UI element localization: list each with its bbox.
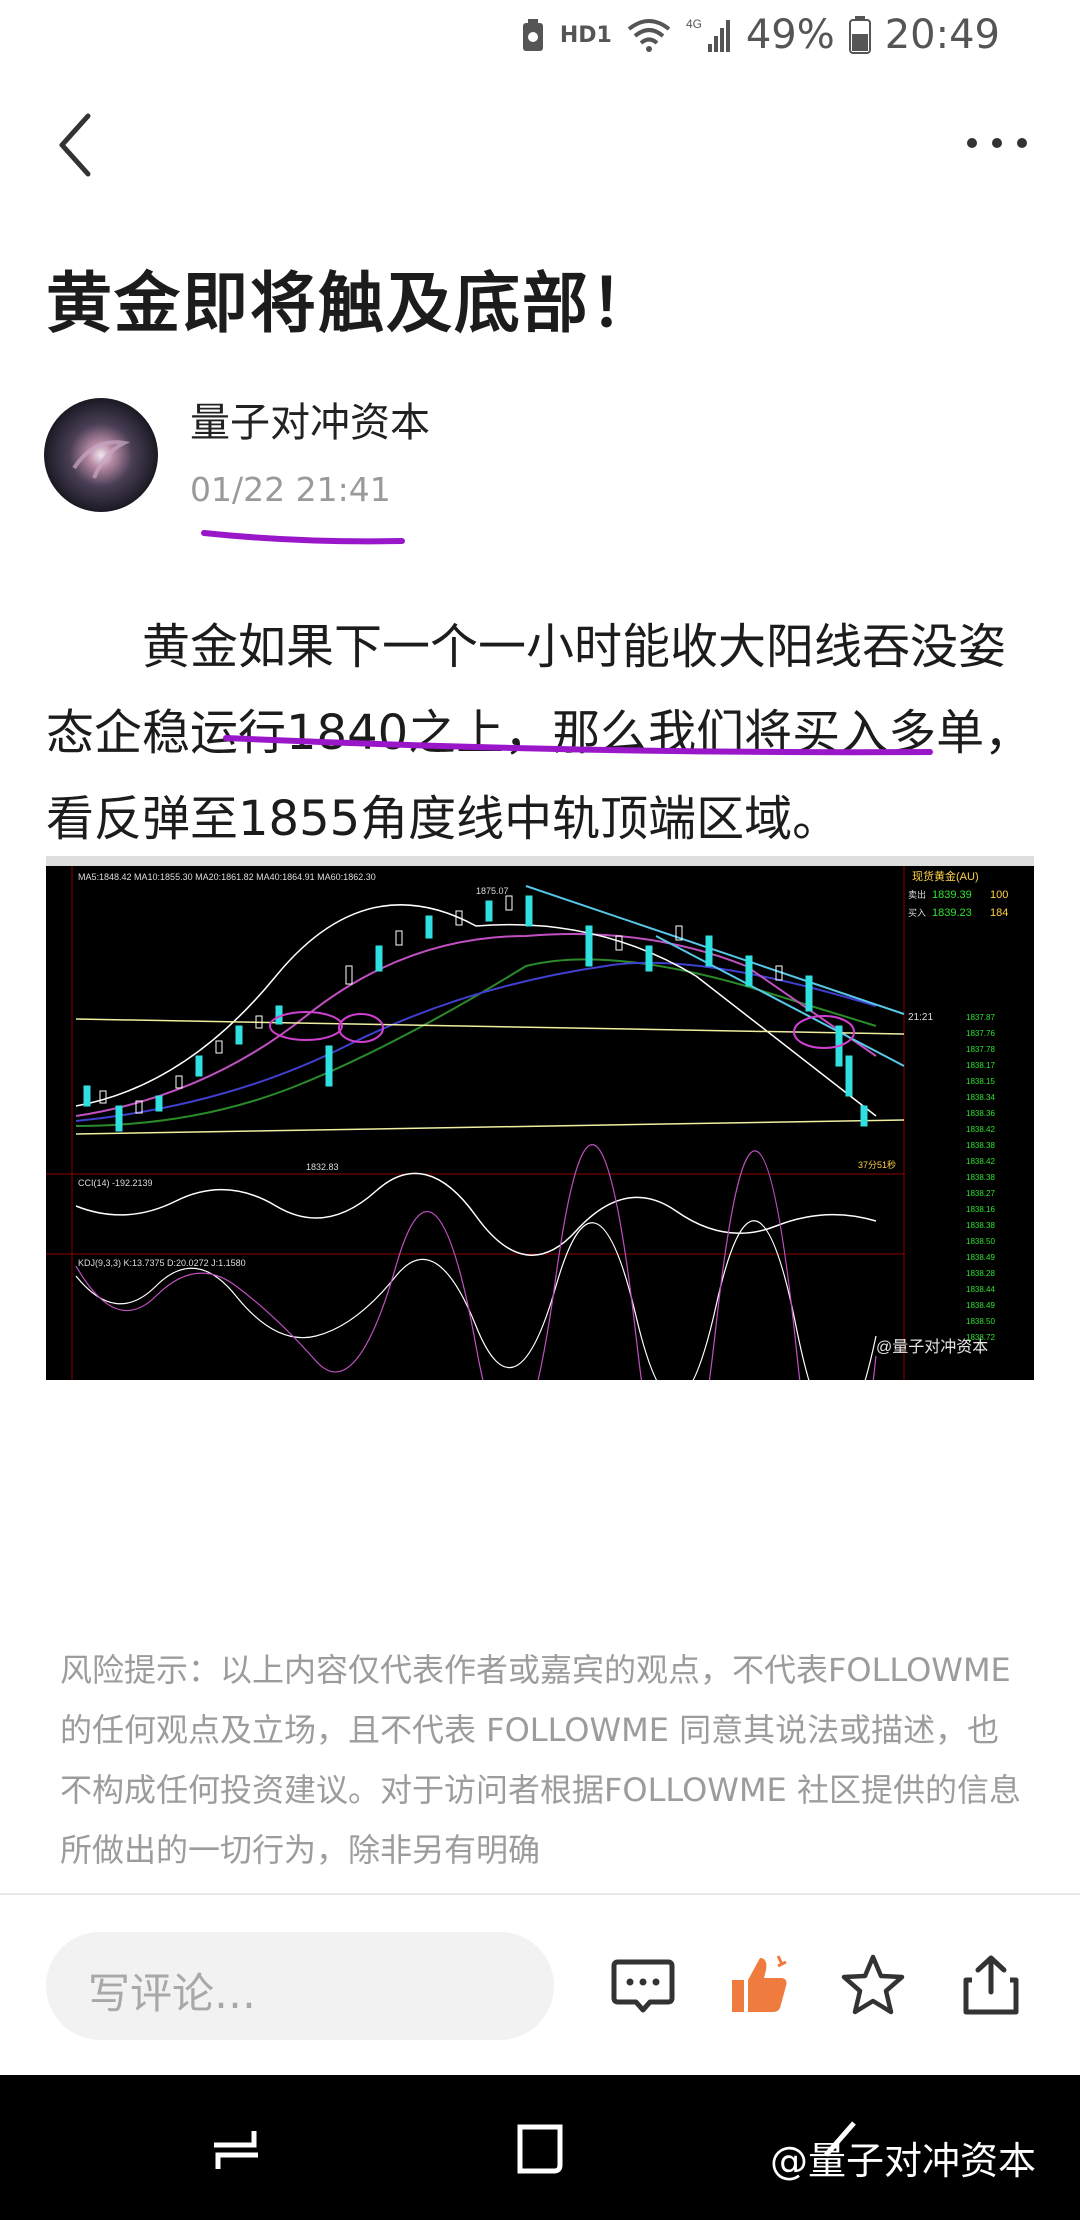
svg-text:1838.34: 1838.34 <box>966 1093 995 1102</box>
more-icon[interactable] <box>962 125 1032 161</box>
battery-icon <box>848 16 871 54</box>
svg-text:1837.78: 1837.78 <box>966 1045 995 1054</box>
svg-text:买入: 买入 <box>908 908 926 918</box>
battery-percent: 49% <box>745 12 835 58</box>
network-label: 4G <box>686 17 702 31</box>
svg-text:1838.17: 1838.17 <box>966 1061 995 1070</box>
svg-text:1838.50: 1838.50 <box>966 1317 995 1326</box>
chart-image[interactable]: MA5:1848.42 MA10:1855.30 MA20:1861.82 MA… <box>46 856 1034 1540</box>
article-title: 黄金即将触及底部！ <box>46 265 658 342</box>
svg-text:1838.16: 1838.16 <box>966 1205 995 1214</box>
risk-notice: 风险提示：以上内容仅代表作者或嘉宾的观点，不代表FOLLOWME 的任何观点及立… <box>60 1651 1021 1869</box>
svg-text:1838.28: 1838.28 <box>966 1269 995 1278</box>
home-icon[interactable] <box>512 2121 568 2177</box>
kdj-label: KDJ(9,3,3) K:13.7375 D:20.0272 J:1.1580 <box>78 1258 246 1268</box>
post-date: 01/22 21:41 <box>190 470 391 509</box>
svg-text:1838.36: 1838.36 <box>966 1109 995 1118</box>
like-icon[interactable] <box>726 1952 792 2018</box>
hd-label: HD1 <box>559 22 612 48</box>
star-icon[interactable] <box>840 1952 906 2018</box>
svg-text:1838.50: 1838.50 <box>966 1237 995 1246</box>
clock: 20:49 <box>884 12 1000 58</box>
divider <box>0 1893 1080 1895</box>
ma-legend: MA5:1848.42 MA10:1855.30 MA20:1861.82 MA… <box>78 872 376 882</box>
svg-text:1838.38: 1838.38 <box>966 1141 995 1150</box>
svg-text:1837.76: 1837.76 <box>966 1029 995 1038</box>
comment-icon[interactable] <box>610 1952 676 2018</box>
back-icon[interactable] <box>52 110 102 180</box>
comment-input[interactable]: 写评论… <box>46 1932 554 2040</box>
svg-text:卖出: 卖出 <box>908 889 926 900</box>
nav-watermark: @量子对冲资本 <box>770 2139 1037 2183</box>
time-label: 21:21 <box>908 1012 933 1023</box>
avatar[interactable] <box>44 398 158 512</box>
svg-text:184: 184 <box>990 907 1008 919</box>
svg-text:1838.44: 1838.44 <box>966 1285 995 1294</box>
svg-text:1838.49: 1838.49 <box>966 1301 995 1310</box>
sell-price: 1839.39 <box>932 889 972 901</box>
high-label: 1875.07 <box>476 886 509 896</box>
handwritten-underline <box>201 530 405 545</box>
handwritten-underline <box>223 735 933 756</box>
svg-text:1838.49: 1838.49 <box>966 1253 995 1262</box>
svg-text:1838.27: 1838.27 <box>966 1189 995 1198</box>
panel-title: 现货黄金(AU) <box>912 869 979 883</box>
low-label: 1832.83 <box>306 1162 339 1172</box>
svg-text:1838.42: 1838.42 <box>966 1125 995 1134</box>
recent-apps-icon[interactable] <box>210 2125 262 2177</box>
wifi-icon <box>627 19 671 52</box>
countdown-label: 37分51秒 <box>858 1159 896 1170</box>
svg-text:1838.15: 1838.15 <box>966 1077 995 1086</box>
comment-placeholder: 写评论… <box>88 1969 257 2018</box>
svg-text:100: 100 <box>990 889 1008 901</box>
svg-text:1838.42: 1838.42 <box>966 1157 995 1166</box>
recycle-icon <box>522 19 543 51</box>
cci-label: CCI(14) -192.2139 <box>78 1178 153 1188</box>
svg-text:1838.38: 1838.38 <box>966 1221 995 1230</box>
status-bar: HD1 4G 49% 20:49 <box>0 0 1080 70</box>
buy-price: 1839.23 <box>932 907 972 919</box>
share-icon[interactable] <box>958 1952 1024 2018</box>
svg-text:1837.87: 1837.87 <box>966 1013 995 1022</box>
signal-icon: 4G <box>686 17 730 52</box>
chart-watermark: @量子对冲资本 <box>876 1338 988 1356</box>
svg-text:1838.38: 1838.38 <box>966 1173 995 1182</box>
author-name[interactable]: 量子对冲资本 <box>190 390 430 448</box>
